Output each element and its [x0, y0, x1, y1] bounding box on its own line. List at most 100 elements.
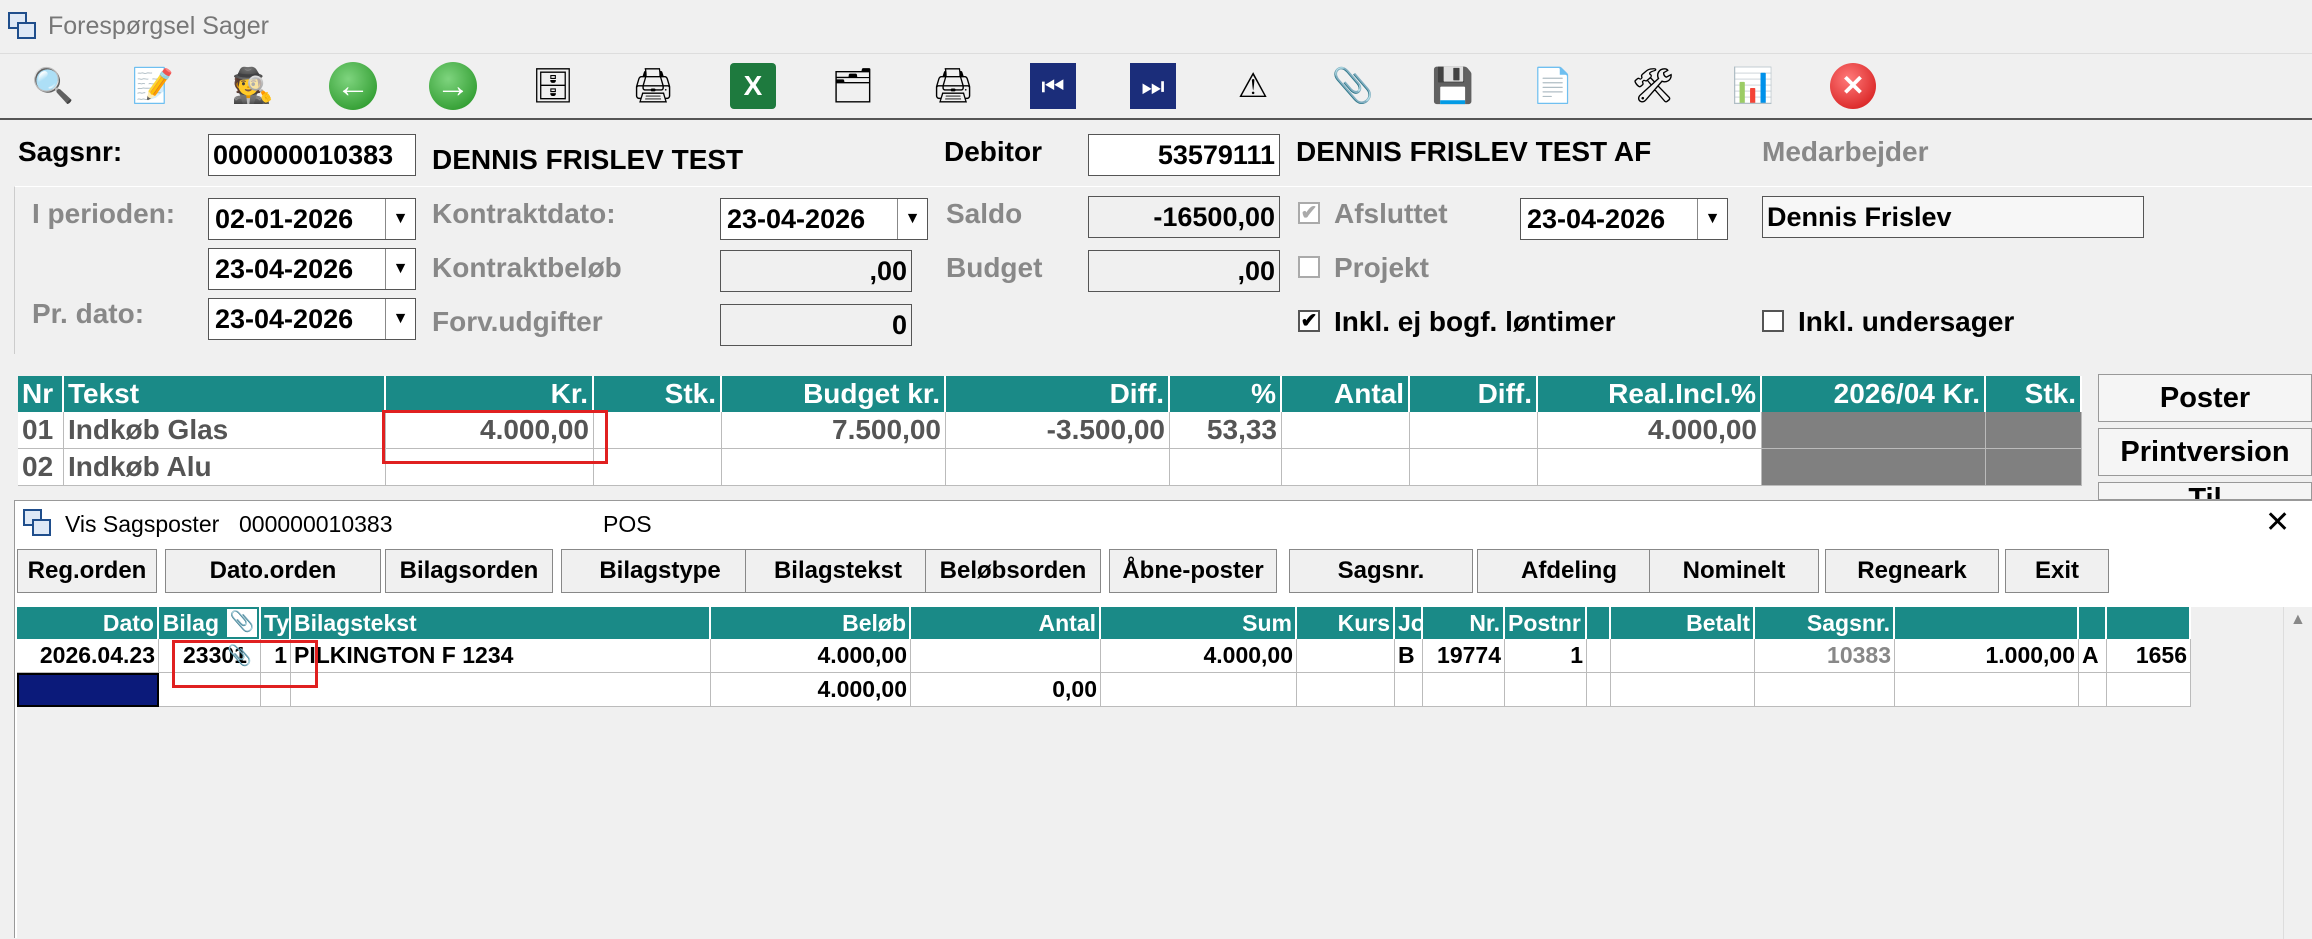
save-icon[interactable]: 💾 [1426, 59, 1480, 113]
col-header[interactable]: Ty [261, 607, 291, 639]
col-header[interactable]: Tekst [64, 376, 386, 412]
table-cell[interactable]: 19774 [1423, 639, 1505, 673]
table-cell[interactable] [1395, 673, 1423, 707]
table-cell[interactable] [1282, 449, 1410, 486]
find-person-icon[interactable]: 🕵 [226, 59, 280, 113]
table-cell[interactable] [1762, 412, 1986, 449]
sagsnr-field[interactable]: 000000010383 [208, 134, 416, 176]
col-header[interactable] [2107, 607, 2191, 639]
table-cell[interactable] [291, 673, 711, 707]
table-cell[interactable]: 10383 [1755, 639, 1895, 673]
table-cell[interactable] [1297, 673, 1395, 707]
col-header[interactable] [1895, 607, 2079, 639]
table-cell[interactable]: A [2079, 639, 2107, 673]
tools-icon[interactable]: 🛠 [1626, 59, 1680, 113]
table-cell[interactable]: 2026.04.23 [17, 639, 159, 673]
bilagstekst-button[interactable]: Bilagstekst [745, 549, 931, 593]
chevron-down-icon[interactable]: ▼ [385, 249, 415, 289]
table-cell[interactable] [1986, 412, 2082, 449]
table-cell[interactable]: 4.000,00 [1101, 639, 1297, 673]
warning-icon[interactable]: ⚠ [1226, 59, 1280, 113]
table-cell[interactable]: -3.500,00 [946, 412, 1170, 449]
col-header[interactable]: Budget kr. [722, 376, 946, 412]
table-cell[interactable]: 1656 [2107, 639, 2191, 673]
print-icon[interactable]: 🖨 [626, 59, 680, 113]
table-cell[interactable] [2107, 673, 2191, 707]
periode-from-dropdown[interactable]: 02-01-2026 ▼ [208, 198, 416, 240]
table-cell[interactable] [1297, 639, 1395, 673]
back-icon[interactable]: ← [326, 59, 380, 113]
col-header[interactable]: Nr. [1423, 607, 1505, 639]
excel-icon[interactable]: X [726, 59, 780, 113]
last-record-icon[interactable]: ⏭ [1126, 59, 1180, 113]
table-cell[interactable]: 1.000,00 [1895, 639, 2079, 673]
close-icon[interactable]: ✕ [2265, 505, 2290, 540]
col-header[interactable]: Sum [1101, 607, 1297, 639]
table-cell[interactable] [1423, 673, 1505, 707]
col-header[interactable]: Kr. [386, 376, 594, 412]
col-header[interactable]: Sagsnr. [1755, 607, 1895, 639]
afsluttet-date-dropdown[interactable]: 23-04-2026 ▼ [1520, 198, 1728, 240]
table-cell[interactable]: 01 [18, 412, 64, 449]
medarbejder-field[interactable]: Dennis Frislev [1762, 196, 2144, 238]
table-cell[interactable]: Indkøb Glas [64, 412, 386, 449]
belobsorden-button[interactable]: Beløbsorden [925, 549, 1101, 593]
table-cell[interactable] [946, 449, 1170, 486]
vertical-scrollbar[interactable]: ▲ [2283, 607, 2312, 939]
poster-button[interactable]: Poster [2098, 374, 2312, 422]
chevron-down-icon[interactable]: ▼ [897, 199, 927, 239]
bilagsorden-button[interactable]: Bilagsorden [385, 549, 553, 593]
inkl-ej-checkbox[interactable]: ✔ [1298, 310, 1320, 332]
col-header[interactable]: Diff. [1410, 376, 1538, 412]
table-cell[interactable] [2079, 673, 2107, 707]
col-header[interactable]: Kurs [1297, 607, 1395, 639]
attachment-icon[interactable]: 📎 [1326, 59, 1380, 113]
table-cell[interactable] [1587, 673, 1611, 707]
table-cell[interactable] [1611, 639, 1755, 673]
afdeling-button[interactable]: Afdeling [1477, 549, 1661, 593]
dato-orden-button[interactable]: Dato.orden [165, 549, 381, 593]
reg-orden-button[interactable]: Reg.orden [17, 549, 157, 593]
nominelt-button[interactable]: Nominelt [1649, 549, 1819, 593]
col-header[interactable]: Betalt [1611, 607, 1755, 639]
col-header[interactable]: Diff. [946, 376, 1170, 412]
col-header[interactable]: Jo [1395, 607, 1423, 639]
table-cell[interactable] [594, 412, 722, 449]
chevron-down-icon[interactable]: ▼ [1697, 199, 1727, 239]
table-cell[interactable]: 02 [18, 449, 64, 486]
table-cell[interactable]: B [1395, 639, 1423, 673]
kontraktdato-dropdown[interactable]: 23-04-2026 ▼ [720, 198, 928, 240]
table-cell[interactable]: 1 [1505, 639, 1587, 673]
chart-icon[interactable]: 📊 [1726, 59, 1780, 113]
search-icon[interactable]: 🔍 [26, 59, 80, 113]
abne-poster-button[interactable]: Åbne-poster [1109, 549, 1277, 593]
scroll-up-icon[interactable]: ▲ [2290, 611, 2306, 629]
regneark-button[interactable]: Regneark [1825, 549, 1999, 593]
table-cell[interactable]: 4.000,00 [1538, 412, 1762, 449]
col-header[interactable]: Dato [17, 607, 159, 639]
table-cell[interactable]: PILKINGTON F 1234 [291, 639, 711, 673]
first-record-icon[interactable]: ⏮ [1026, 59, 1080, 113]
forward-icon[interactable]: → [426, 59, 480, 113]
debitor-field[interactable]: 53579111 [1088, 134, 1280, 176]
col-header[interactable]: Beløb [711, 607, 911, 639]
periode-to-dropdown[interactable]: 23-04-2026 ▼ [208, 248, 416, 290]
table-cell[interactable] [1986, 449, 2082, 486]
col-header[interactable] [1587, 607, 1611, 639]
selected-cell[interactable] [17, 673, 159, 707]
col-header[interactable]: Stk. [1986, 376, 2082, 412]
col-header[interactable]: Real.Incl.% [1538, 376, 1762, 412]
sagsnr-button[interactable]: Sagsnr. [1289, 549, 1473, 593]
table-cell[interactable]: 4.000,00 [711, 639, 911, 673]
chevron-down-icon[interactable]: ▼ [385, 199, 415, 239]
inkl-under-checkbox[interactable] [1762, 310, 1784, 332]
col-header[interactable]: Nr [18, 376, 64, 412]
table-cell[interactable] [1762, 449, 1986, 486]
table-cell[interactable]: Indkøb Alu [64, 449, 386, 486]
table-cell[interactable] [1587, 639, 1611, 673]
table-cell[interactable] [722, 449, 946, 486]
table-cell[interactable] [1611, 673, 1755, 707]
table-cell[interactable] [1170, 449, 1282, 486]
col-header[interactable]: Bilagstekst [291, 607, 711, 639]
chevron-down-icon[interactable]: ▼ [385, 299, 415, 339]
